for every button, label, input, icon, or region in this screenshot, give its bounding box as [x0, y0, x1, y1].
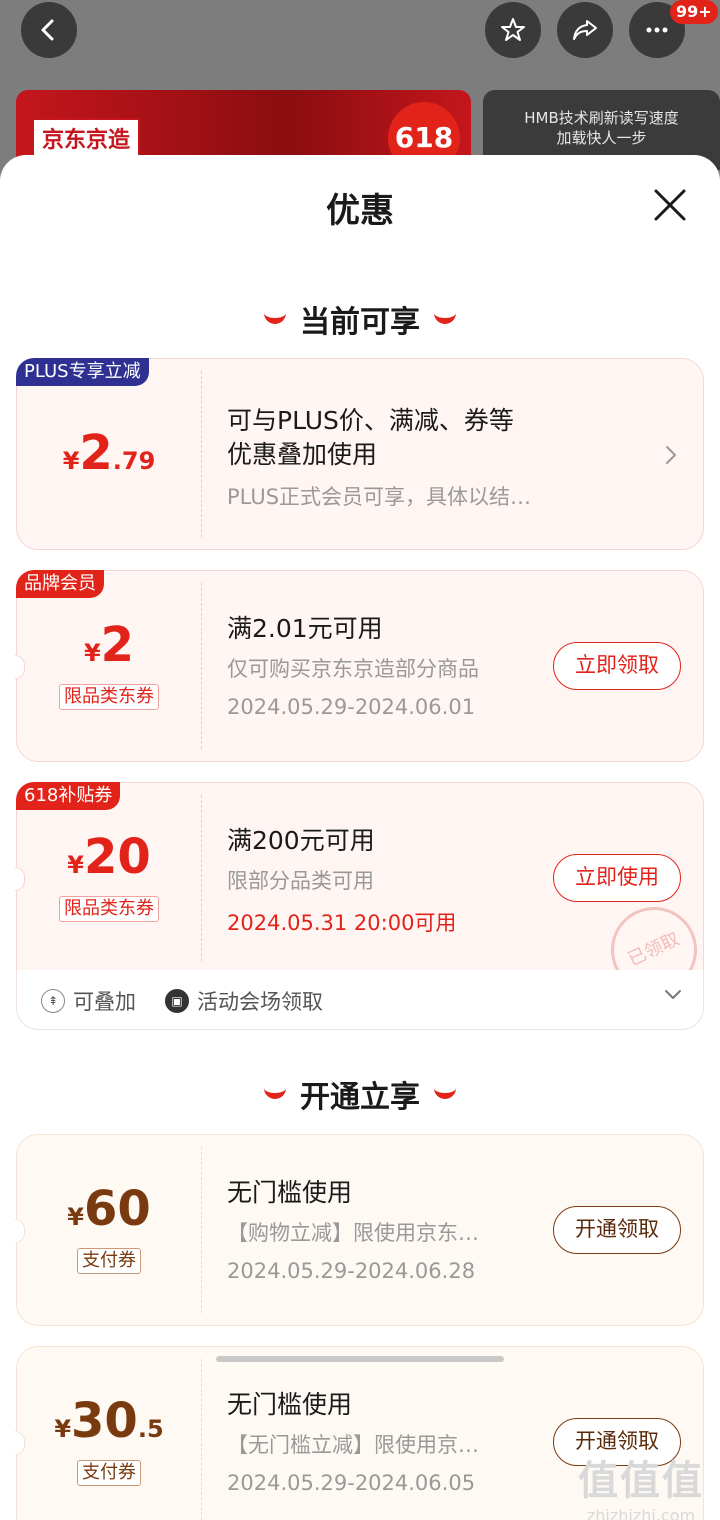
share-icon: [573, 20, 597, 40]
smile-decor-icon: [434, 312, 456, 324]
coupon-card-618-subsidy: 已领取 618补贴券 ¥20 限品类东券 满200元可用 限部分品类可用 202…: [15, 782, 705, 974]
smile-decor-icon: [264, 312, 286, 324]
stack-icon: ⇞: [41, 989, 65, 1013]
coupon-available-time: 2024.05.31 20:00可用: [227, 911, 457, 935]
section-open-title: 开通立享: [0, 1072, 720, 1116]
coupon-card-brand-member: 品牌会员 ¥2 限品类东券 满2.01元可用 仅可购买京东京造部分商品 2024…: [15, 570, 704, 762]
close-icon[interactable]: [650, 185, 690, 225]
coupon-amount: ¥60: [67, 1181, 151, 1237]
activate-claim-button[interactable]: 开通领取: [553, 1206, 681, 1254]
chevron-down-icon[interactable]: [663, 988, 683, 1002]
coupon-amount: ¥20: [67, 829, 151, 885]
use-now-button[interactable]: 立即使用: [553, 854, 681, 902]
coupon-amount: ¥30.5: [54, 1393, 164, 1449]
sheet-title: 优惠: [326, 191, 394, 231]
discount-sheet: 优惠 当前可享 PLUS专享立减 ¥2.79 可与PLUS价、满减、券等 优惠叠…: [0, 155, 720, 1520]
subsidy-tag: 618补贴券: [16, 782, 121, 810]
coupon-scope: 限部分品类可用: [227, 869, 374, 893]
coupon-validity: 2024.05.29-2024.06.05: [227, 1471, 476, 1495]
claimed-stamp: 已领取: [596, 892, 705, 973]
venue-info: ▣ 活动会场领取: [165, 986, 323, 1016]
star-icon: [501, 18, 525, 41]
smile-decor-icon: [434, 1087, 456, 1099]
site-watermark: 值值值 zhizhizhi.com: [578, 1458, 704, 1520]
coupon-amount: ¥2.79: [62, 425, 156, 481]
coupon-validity: 2024.05.29-2024.06.01: [227, 695, 476, 719]
claim-now-button[interactable]: 立即领取: [553, 642, 681, 690]
coupon-footer: ⇞ 可叠加 ▣ 活动会场领取: [16, 970, 704, 1030]
brand-logo: 京东京造: [32, 118, 141, 158]
section-current-title: 当前可享: [0, 297, 720, 341]
coupon-condition: 满200元可用: [227, 826, 375, 855]
coupon-desc: 可与PLUS价、满减、券等: [227, 406, 514, 435]
coupon-type-tag: 限品类东券: [17, 896, 201, 922]
back-button[interactable]: [21, 2, 77, 58]
brand-member-tag: 品牌会员: [16, 570, 104, 598]
message-count-badge: 99+: [670, 0, 718, 24]
banner-right-text: HMB技术刷新读写速度 加载快人一步: [524, 109, 679, 147]
coupon-condition: 无门槛使用: [227, 1178, 353, 1207]
coupon-desc-2: 优惠叠加使用: [227, 440, 378, 469]
coupon-validity: 2024.05.29-2024.06.28: [227, 1259, 476, 1283]
coupon-type-tag: 支付券: [17, 1460, 201, 1486]
coupon-card-pay-60: ¥60 支付券 无门槛使用 【购物立减】限使用京东… 2024.05.29-20…: [15, 1134, 704, 1326]
more-dots-icon: [646, 27, 668, 33]
coupon-condition: 满2.01元可用: [227, 614, 383, 643]
chevron-right-icon[interactable]: [663, 441, 679, 469]
plus-tag: PLUS专享立减: [16, 358, 149, 386]
coupon-amount: ¥2: [83, 617, 135, 673]
coupon-type-tag: 支付券: [17, 1248, 201, 1274]
ticket-icon: ▣: [165, 989, 189, 1013]
coupon-scope: 仅可购买京东京造部分商品: [227, 657, 479, 681]
coupon-condition: 无门槛使用: [227, 1390, 353, 1419]
coupon-card-plus[interactable]: PLUS专享立减 ¥2.79 可与PLUS价、满减、券等 优惠叠加使用 PLUS…: [16, 358, 704, 550]
coupon-scope: 【无门槛立减】限使用京…: [227, 1433, 479, 1457]
back-arrow-icon: [41, 19, 54, 41]
smile-decor-icon: [264, 1087, 286, 1099]
favorite-button[interactable]: [485, 2, 541, 58]
share-button[interactable]: [557, 2, 613, 58]
coupon-type-tag: 限品类东券: [17, 684, 201, 710]
coupon-note: PLUS正式会员可享，具体以结…: [227, 485, 532, 509]
home-indicator[interactable]: [216, 1356, 504, 1362]
coupon-scope: 【购物立减】限使用京东…: [227, 1221, 479, 1245]
stackable-info: ⇞ 可叠加: [41, 986, 136, 1016]
